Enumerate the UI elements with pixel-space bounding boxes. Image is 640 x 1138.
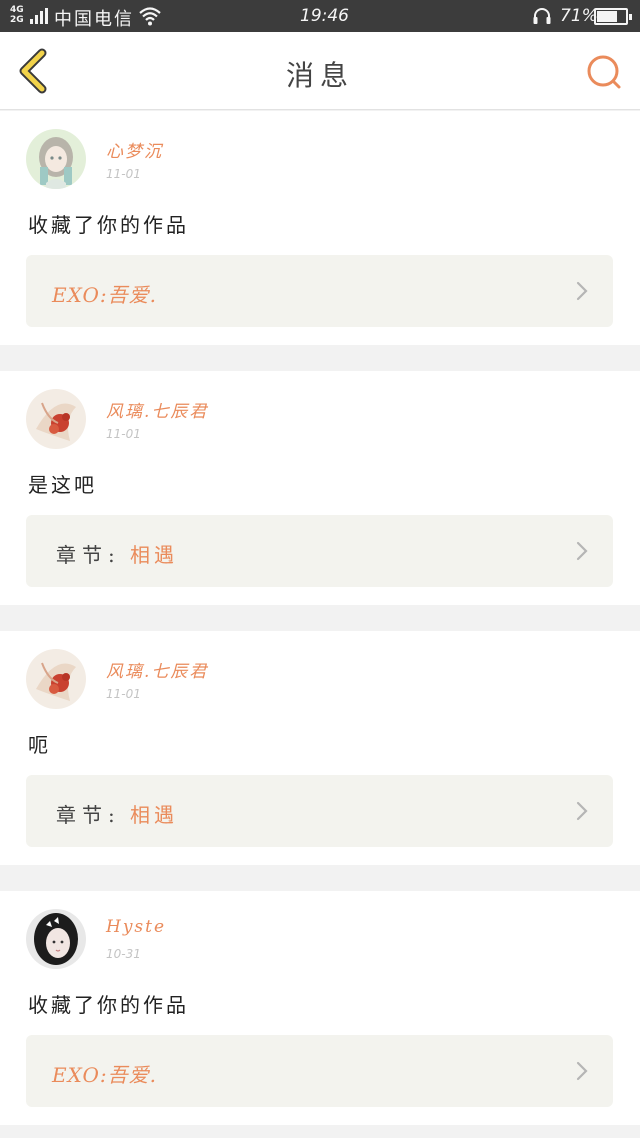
work-title: EXO:吾爱. [52, 283, 157, 307]
message-text: 是这吧 [28, 473, 97, 497]
message-text: 收藏了你的作品 [28, 993, 189, 1017]
work-title: EXO:吾爱. [52, 1063, 157, 1087]
message-card[interactable]: 风璃.七辰君 11-01 呃 章节: 相遇 [0, 631, 640, 865]
chapter-link[interactable]: 章节: 相遇 [26, 515, 613, 587]
avatar[interactable] [26, 389, 86, 449]
message-text: 收藏了你的作品 [28, 213, 189, 237]
work-link[interactable]: EXO:吾爱. [26, 255, 613, 327]
chevron-right-icon [576, 1061, 588, 1081]
sender-name[interactable]: 风璃.七辰君 [106, 657, 208, 682]
work-link[interactable]: EXO:吾爱. [26, 1035, 613, 1107]
chapter-link[interactable]: 章节: 相遇 [26, 775, 613, 847]
avatar[interactable] [26, 909, 86, 969]
search-icon[interactable] [584, 52, 624, 92]
chevron-right-icon [576, 281, 588, 301]
message-card[interactable]: 风璃.七辰君 11-01 是这吧 章节: 相遇 [0, 371, 640, 605]
battery-percent: 71% [560, 6, 598, 26]
avatar[interactable] [26, 129, 86, 189]
avatar[interactable] [26, 649, 86, 709]
wifi-icon [139, 7, 161, 26]
sender-name[interactable]: Hyste [106, 917, 166, 937]
message-text: 呃 [28, 733, 51, 757]
sender-name[interactable]: 心梦沉 [106, 137, 163, 162]
chevron-right-icon [576, 541, 588, 561]
sender-name[interactable]: 风璃.七辰君 [106, 397, 208, 422]
chapter-title: 相遇 [130, 543, 178, 567]
status-bar: 4G 2G 中国电信 19:46 71% [0, 0, 640, 32]
message-date: 11-01 [106, 427, 141, 441]
message-date: 11-01 [106, 167, 141, 181]
page-title: 消息 [285, 59, 354, 92]
chapter-label: 章节: [56, 543, 121, 567]
chapter-title: 相遇 [130, 803, 178, 827]
clock: 19:46 [300, 6, 349, 26]
message-list: 心梦沉 11-01 收藏了你的作品 EXO:吾爱. 风璃.七辰君 11-01 是… [0, 111, 640, 1138]
message-card[interactable]: 心梦沉 11-01 收藏了你的作品 EXO:吾爱. [0, 111, 640, 345]
headset-icon [533, 8, 551, 24]
carrier-name: 中国电信 [54, 9, 134, 30]
battery-icon [594, 8, 632, 25]
chapter-label: 章节: [56, 803, 121, 827]
signal-icon [30, 8, 48, 24]
message-date: 11-01 [106, 687, 141, 701]
message-card[interactable]: Hyste 10-31 收藏了你的作品 EXO:吾爱. [0, 891, 640, 1125]
network-type: 4G 2G [10, 5, 24, 25]
chevron-right-icon [576, 801, 588, 821]
message-date: 10-31 [106, 947, 141, 961]
nav-bar: 消息 [0, 32, 640, 110]
